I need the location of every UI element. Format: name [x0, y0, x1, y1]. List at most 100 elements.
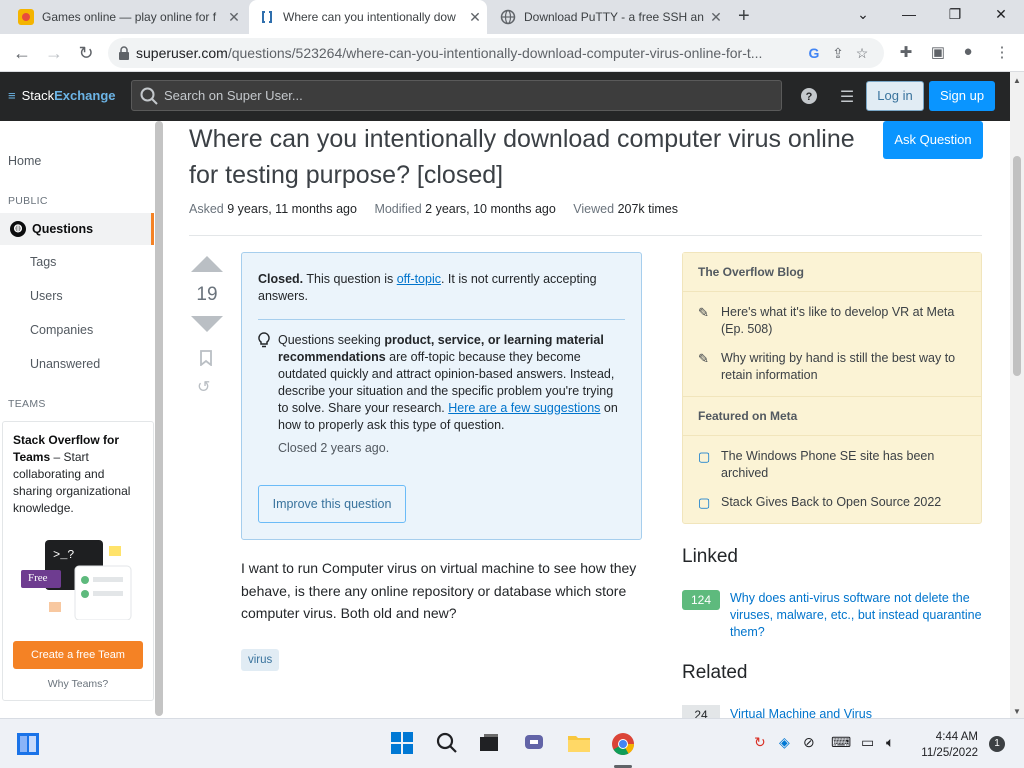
site-switcher-icon[interactable]: ☰ — [837, 87, 857, 107]
stackexchange-logo[interactable]: ≡ Stack Exchange — [8, 88, 116, 103]
nav-tags[interactable]: Tags — [30, 255, 56, 269]
side-panel-icon[interactable]: ▣ — [928, 43, 948, 63]
off-topic-link[interactable]: off-topic — [397, 272, 441, 286]
sidebar-scrollbar[interactable] — [155, 121, 163, 716]
share-icon[interactable]: ⇪ — [826, 45, 850, 62]
why-teams-link[interactable]: Why Teams? — [3, 678, 153, 690]
back-button[interactable]: ← — [10, 42, 34, 64]
improve-question-button[interactable]: Improve this question — [258, 485, 406, 523]
nav-users[interactable]: Users — [30, 289, 63, 303]
asked-label: Asked — [189, 202, 224, 216]
search-placeholder: Search on Super User... — [164, 88, 303, 103]
logo-exchange: Exchange — [54, 88, 116, 103]
meta-item-label: Stack Gives Back to Open Source 2022 — [721, 495, 942, 509]
ask-question-button[interactable]: Ask Question — [883, 121, 983, 159]
linked-heading: Linked — [682, 546, 738, 567]
url-text: superuser.com/questions/523264/where-can… — [136, 45, 802, 61]
tab-superuser[interactable]: Where can you intentionally dow ✕ — [249, 0, 487, 34]
scrollbar-thumb[interactable] — [1013, 156, 1021, 376]
teams-chat-icon[interactable] — [522, 732, 546, 756]
clock-date: 11/25/2022 — [921, 747, 978, 759]
linked-question-link[interactable]: Why does anti-virus software not delete … — [730, 590, 985, 641]
closed-tip: Questions seeking product, service, or l… — [258, 332, 625, 457]
address-toolbar: ← → ↻ superuser.com/questions/523264/whe… — [0, 34, 1024, 72]
address-bar[interactable]: superuser.com/questions/523264/where-can… — [108, 38, 884, 68]
restore-button[interactable]: ❐ — [943, 6, 967, 23]
chrome-icon[interactable] — [611, 732, 635, 756]
site-header: ≡ Stack Exchange Search on Super User... … — [0, 72, 1010, 121]
meta-item[interactable]: ▢ Stack Gives Back to Open Source 2022 — [683, 488, 981, 517]
display-icon[interactable]: ▭ — [861, 734, 874, 751]
taskbar: ↻ ◈ ⊘ ⌨ ▭ 🔈︎ 4:44 AM 11/25/2022 1 — [0, 718, 1024, 768]
volume-icon[interactable]: 🔈︎ — [886, 734, 894, 751]
help-icon[interactable]: ? — [799, 87, 819, 107]
star-icon[interactable]: ☆ — [850, 45, 874, 62]
nav-unanswered[interactable]: Unanswered — [30, 357, 100, 371]
question-title[interactable]: Where can you intentionally download com… — [189, 121, 869, 193]
pencil-icon: ✎ — [698, 351, 709, 366]
nav-section-teams: TEAMS — [8, 398, 46, 410]
new-tab-button[interactable]: + — [738, 5, 750, 28]
nav-companies[interactable]: Companies — [30, 323, 93, 337]
create-team-button[interactable]: Create a free Team — [13, 641, 143, 669]
scroll-up-icon[interactable]: ▲ — [1013, 76, 1021, 85]
nav-home[interactable]: Home — [8, 154, 41, 168]
start-icon[interactable] — [390, 732, 414, 756]
related-question-link[interactable]: Virtual Machine and Virus — [730, 707, 872, 718]
network-off-icon[interactable]: ⊘ — [803, 734, 815, 751]
menu-icon[interactable]: ⋮ — [992, 43, 1012, 63]
task-view-icon[interactable] — [477, 732, 501, 756]
search-icon[interactable] — [435, 732, 459, 756]
related-heading: Related — [682, 662, 748, 683]
speech-bubble-icon: ▢ — [698, 449, 711, 464]
chevron-down-icon[interactable]: ⌄ — [851, 6, 875, 23]
history-icon[interactable]: ↺ — [197, 377, 225, 397]
scroll-down-icon[interactable]: ▼ — [1013, 707, 1021, 716]
profile-icon[interactable]: ● — [958, 43, 978, 63]
minimize-button[interactable]: — — [897, 6, 921, 22]
google-icon[interactable]: G — [802, 45, 826, 61]
security-icon[interactable]: ◈ — [779, 734, 790, 751]
close-icon[interactable]: ✕ — [708, 9, 724, 26]
upvote-button[interactable] — [191, 256, 223, 272]
blog-item[interactable]: ✎ Why writing by hand is still the best w… — [683, 344, 981, 390]
forward-button[interactable]: → — [42, 42, 66, 64]
blog-item[interactable]: ✎ Here's what it's like to develop VR at … — [683, 298, 981, 344]
globe-icon — [500, 9, 516, 25]
blog-item-label: Here's what it's like to develop VR at M… — [721, 305, 955, 336]
app-tray-icon[interactable]: ↻ — [754, 734, 766, 751]
close-window-button[interactable]: ✕ — [989, 6, 1013, 23]
file-explorer-icon[interactable] — [567, 732, 591, 756]
extensions-icon[interactable]: ✚ — [896, 43, 916, 63]
teams-promo: Stack Overflow for Teams – Start collabo… — [2, 421, 154, 701]
browser-tab-bar: Games online — play online for f ✕ Where… — [0, 0, 1024, 34]
page-scrollbar[interactable]: ▲ ▼ — [1010, 72, 1024, 718]
search-input[interactable]: Search on Super User... — [131, 80, 782, 111]
free-badge: Free — [28, 572, 48, 584]
notification-badge[interactable]: 1 — [989, 736, 1005, 752]
meta-item[interactable]: ▢ The Windows Phone SE site has been arch… — [683, 442, 981, 488]
vote-count: 19 — [196, 284, 218, 305]
tab-title: Where can you intentionally dow — [283, 10, 456, 24]
viewed-value: 207k times — [617, 202, 679, 216]
signup-button[interactable]: Sign up — [929, 81, 995, 111]
tab-putty[interactable]: Download PuTTY - a free SSH an ✕ — [490, 0, 728, 34]
reload-button[interactable]: ↻ — [74, 42, 98, 64]
widgets-icon[interactable] — [16, 732, 40, 756]
tab-games[interactable]: Games online — play online for f ✕ — [8, 0, 246, 34]
tab-title: Games online — play online for f — [42, 10, 217, 24]
login-button[interactable]: Log in — [866, 81, 924, 111]
tag-virus[interactable]: virus — [241, 649, 280, 671]
superuser-favicon-icon — [262, 11, 272, 23]
close-icon[interactable]: ✕ — [226, 9, 242, 26]
tip-pre: Questions seeking — [278, 333, 385, 347]
clock[interactable]: 4:44 AM 11/25/2022 — [918, 729, 978, 761]
bookmark-icon[interactable] — [199, 350, 225, 369]
suggestions-link[interactable]: Here are a few suggestions — [448, 401, 600, 415]
downvote-button[interactable] — [191, 316, 223, 332]
close-icon[interactable]: ✕ — [467, 9, 483, 26]
closed-text1: This question is — [303, 272, 397, 286]
keyboard-icon[interactable]: ⌨ — [831, 734, 851, 751]
nav-questions[interactable]: ◍ Questions — [0, 213, 154, 245]
blog-widget: The Overflow Blog ✎ Here's what it's like… — [682, 252, 982, 524]
